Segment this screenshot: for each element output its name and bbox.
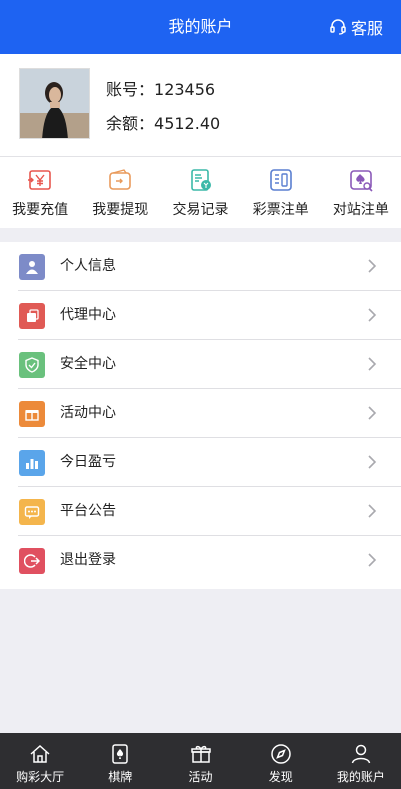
user-icon [19,254,45,280]
customer-service-button[interactable]: 客服 [329,0,383,54]
agent-icon [19,303,45,329]
nav-lottery-hall[interactable]: 购彩大厅 [0,733,80,789]
account-menu: 个人信息 代理中心 安全中心 活动中心 今日盈亏 平台公告 退出登录 [0,242,401,589]
person-icon [351,744,371,764]
bottom-nav: 购彩大厅 棋牌 活动 发现 我的账户 [0,733,401,789]
chevron-right-icon [368,504,377,518]
menu-label: 今日盈亏 [60,454,116,470]
action-label: 彩票注单 [252,202,309,218]
nav-label: 购彩大厅 [16,770,65,784]
balance-value: 4512.40 [154,114,221,133]
wallet-icon [109,169,132,190]
receipt-icon [190,169,211,191]
chevron-right-icon [368,308,377,322]
logout-icon [19,548,45,574]
chevron-right-icon [368,406,377,420]
chevron-right-icon [368,259,377,273]
ticket-list-icon [269,169,292,191]
menu-item-logout[interactable]: 退出登录 [0,536,401,585]
account-number: 账号：123456 [106,76,215,100]
nav-cards[interactable]: 棋牌 [80,733,160,789]
account-balance: 余额：4512.40 [106,110,220,134]
menu-label: 个人信息 [60,258,116,274]
menu-label: 安全中心 [60,356,116,372]
action-site-orders[interactable]: 对站注单 [321,157,401,228]
gift-icon [19,401,45,427]
action-label: 我要充值 [12,202,69,218]
nav-label: 活动 [188,770,213,784]
yuan-arrow-icon [28,170,51,190]
menu-item-security[interactable]: 安全中心 [0,340,401,389]
customer-service-label: 客服 [350,19,383,38]
spade-search-icon [350,170,373,192]
account-value: 123456 [154,80,216,99]
action-label: 我要提现 [92,202,149,218]
action-transactions[interactable]: 交易记录 [160,157,240,228]
menu-label: 退出登录 [60,552,116,568]
action-recharge[interactable]: 我要充值 [0,157,80,228]
menu-label: 代理中心 [60,307,116,323]
nav-label: 棋牌 [108,770,133,784]
menu-item-profile[interactable]: 个人信息 [0,242,401,291]
account-card: 账号：123456 余额：4512.40 [0,54,401,156]
nav-label: 我的账户 [336,770,385,784]
gift-icon [190,745,211,763]
quick-actions: 我要充值 我要提现 交易记录 彩票注单 对站注单 [0,156,401,228]
nav-my-account[interactable]: 我的账户 [321,733,401,789]
account-label: 账号： [106,80,155,99]
bar-chart-icon [19,450,45,476]
shield-icon [19,352,45,378]
action-label: 交易记录 [172,202,229,218]
message-icon [19,499,45,525]
menu-item-activities[interactable]: 活动中心 [0,389,401,438]
action-withdraw[interactable]: 我要提现 [80,157,160,228]
menu-label: 平台公告 [60,503,116,519]
nav-activities[interactable]: 活动 [160,733,240,789]
menu-label: 活动中心 [60,405,116,421]
menu-item-profit-loss[interactable]: 今日盈亏 [0,438,401,487]
action-label: 对站注单 [332,202,389,218]
chevron-right-icon [368,455,377,469]
menu-item-agent[interactable]: 代理中心 [0,291,401,340]
cards-icon [112,744,129,764]
menu-item-announcements[interactable]: 平台公告 [0,487,401,536]
action-lottery-orders[interactable]: 彩票注单 [241,157,321,228]
balance-label: 余额： [106,114,155,133]
headset-icon [330,19,346,35]
top-bar: 我的账户 客服 [0,0,401,54]
compass-icon [270,744,291,764]
nav-discover[interactable]: 发现 [241,733,321,789]
home-icon [30,744,50,763]
chevron-right-icon [368,357,377,371]
avatar[interactable] [19,68,90,139]
nav-label: 发现 [268,770,293,784]
chevron-right-icon [368,553,377,567]
